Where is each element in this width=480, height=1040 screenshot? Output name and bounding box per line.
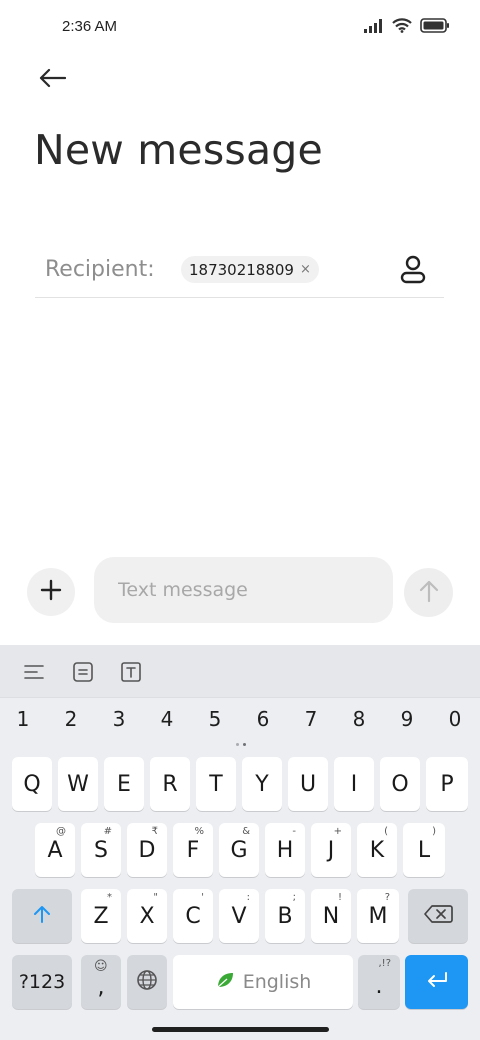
key-d[interactable]: ₹ D — [127, 823, 167, 877]
key-e[interactable]: E — [104, 757, 144, 811]
key-y[interactable]: Y — [242, 757, 282, 811]
backspace-icon — [423, 904, 453, 928]
globe-icon — [136, 969, 158, 995]
backspace-key[interactable] — [408, 889, 468, 943]
person-icon — [399, 254, 427, 288]
key-j[interactable]: + J — [311, 823, 351, 877]
key-1[interactable]: 1 — [8, 707, 38, 731]
arrow-up-icon — [419, 579, 439, 607]
key-z[interactable]: * Z — [81, 889, 121, 943]
key-t[interactable]: T — [196, 757, 236, 811]
clipboard-icon[interactable] — [70, 659, 96, 685]
key-h[interactable]: -H — [265, 823, 305, 877]
key-x[interactable]: " X — [127, 889, 167, 943]
symbols-key[interactable]: ?123 — [12, 955, 72, 1009]
status-icons — [364, 17, 450, 37]
enter-key[interactable] — [405, 955, 468, 1009]
contact-picker-button[interactable] — [396, 254, 430, 288]
recipient-label: Recipient: — [45, 257, 155, 282]
status-time: 2:36 AM — [62, 18, 118, 35]
key-a[interactable]: @ A — [35, 823, 75, 877]
key-k[interactable]: (K — [357, 823, 397, 877]
number-row: 1 2 3 4 5 6 7 8 9 0 — [0, 707, 480, 739]
key-b[interactable]: ; B — [265, 889, 305, 943]
key-q[interactable]: Q — [12, 757, 52, 811]
key-5[interactable]: 5 — [200, 707, 230, 731]
key-s[interactable]: # S — [81, 823, 121, 877]
key-3[interactable]: 3 — [104, 707, 134, 731]
key-g[interactable]: & G — [219, 823, 259, 877]
shift-key[interactable] — [12, 889, 72, 943]
back-button[interactable] — [30, 62, 74, 98]
send-button[interactable] — [404, 568, 453, 617]
enter-icon — [425, 971, 449, 993]
key-w[interactable]: W — [58, 757, 98, 811]
recipient-chip[interactable]: 18730218809 × — [181, 256, 319, 283]
space-key[interactable]: English — [173, 955, 353, 1009]
menu-icon[interactable] — [21, 659, 47, 685]
wifi-icon — [392, 17, 412, 37]
key-n[interactable]: ! N — [311, 889, 351, 943]
key-f[interactable]: % F — [173, 823, 213, 877]
key-8[interactable]: 8 — [344, 707, 374, 731]
key-r[interactable]: R — [150, 757, 190, 811]
key-2[interactable]: 2 — [56, 707, 86, 731]
key-m[interactable]: ? M — [357, 889, 399, 943]
language-key[interactable] — [127, 955, 167, 1009]
add-attachment-button[interactable] — [27, 568, 75, 616]
plus-icon — [40, 579, 62, 605]
key-6[interactable]: 6 — [248, 707, 278, 731]
keyboard-toolbar — [0, 645, 480, 698]
recipient-chip-number: 18730218809 — [189, 260, 294, 279]
key-i[interactable]: I — [334, 757, 374, 811]
chip-remove-button[interactable]: × — [300, 262, 311, 277]
message-input[interactable] — [94, 557, 393, 623]
arrow-left-icon — [38, 68, 67, 92]
leaf-icon — [215, 970, 235, 994]
key-v[interactable]: :V — [219, 889, 259, 943]
key-o[interactable]: O — [380, 757, 420, 811]
comma-key[interactable]: ☺ , — [81, 955, 121, 1009]
keyboard: 1 2 3 4 5 6 7 8 9 0 Q W E R T Y U I O P … — [0, 645, 480, 1040]
battery-icon — [420, 17, 450, 37]
key-4[interactable]: 4 — [152, 707, 182, 731]
key-9[interactable]: 9 — [392, 707, 422, 731]
period-key[interactable]: ,!? . — [358, 955, 400, 1009]
key-0[interactable]: 0 — [440, 707, 470, 731]
recipient-field[interactable]: Recipient: 18730218809 × — [35, 246, 444, 298]
key-l[interactable]: ) L — [403, 823, 445, 877]
shift-arrow-icon — [32, 904, 52, 928]
text-format-icon[interactable] — [118, 659, 144, 685]
keyboard-page-indicator — [236, 743, 246, 746]
key-p[interactable]: P — [426, 757, 468, 811]
emoji-icon: ☺ — [94, 959, 108, 974]
key-7[interactable]: 7 — [296, 707, 326, 731]
key-u[interactable]: U — [288, 757, 328, 811]
key-c[interactable]: ' C — [173, 889, 213, 943]
page-title: New message — [34, 126, 323, 174]
signal-icon — [364, 18, 384, 37]
home-indicator[interactable] — [152, 1027, 329, 1032]
status-bar: 2:36 AM — [0, 0, 480, 56]
